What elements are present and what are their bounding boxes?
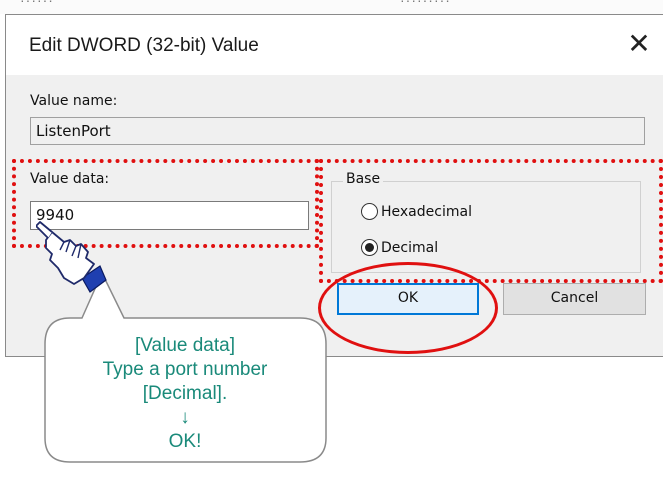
down-arrow-icon: ↓ — [180, 407, 190, 428]
callout-line-3: [Decimal]. — [142, 383, 228, 404]
callout-line-1: [Value data] — [134, 335, 235, 356]
callout-text: [Value data] Type a port number [Decimal… — [54, 334, 316, 454]
pointing-hand-icon — [36, 221, 107, 293]
callout-line-4: OK! — [168, 431, 202, 452]
callout-line-2: Type a port number — [102, 359, 268, 380]
